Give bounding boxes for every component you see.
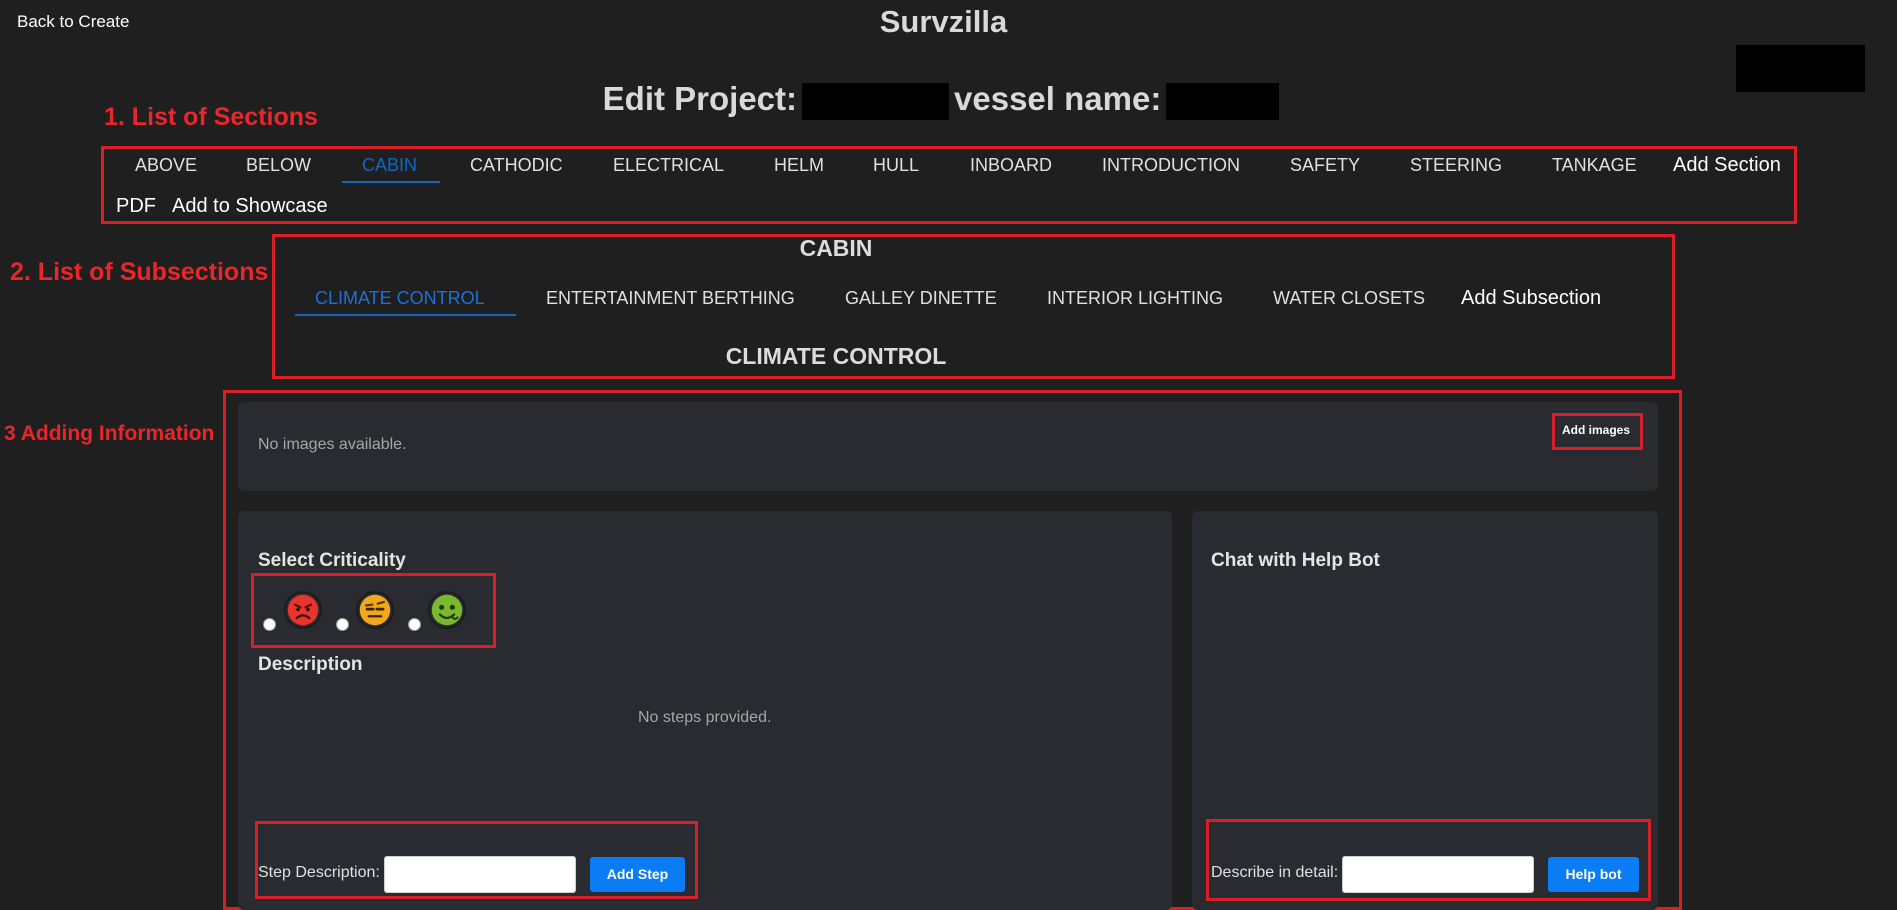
active-subsection-underline <box>295 314 516 316</box>
nauseated-face-icon <box>428 591 466 629</box>
redacted-vessel-name <box>1166 82 1280 120</box>
unamused-face-icon <box>356 591 394 629</box>
edit-project-label: Edit Project: <box>602 80 798 117</box>
section-tab-safety[interactable]: SAFETY <box>1290 155 1360 176</box>
description-heading: Description <box>258 654 363 675</box>
step-description-input[interactable] <box>384 856 576 893</box>
sections-nav <box>101 146 1797 224</box>
section-tab-tankage[interactable]: TANKAGE <box>1552 155 1637 176</box>
pdf-button[interactable]: PDF <box>116 195 156 218</box>
subsection-tab-galley-dinette[interactable]: GALLEY DINETTE <box>845 288 997 309</box>
app-title: Survzilla <box>879 4 1008 39</box>
add-images-button[interactable]: Add images <box>1562 423 1630 437</box>
add-section-button[interactable]: Add Section <box>1673 154 1781 177</box>
step-description-label: Step Description: <box>258 864 380 881</box>
add-subsection-button[interactable]: Add Subsection <box>1461 287 1601 310</box>
section-tab-cathodic[interactable]: CATHODIC <box>470 155 563 176</box>
section-tab-below[interactable]: BELOW <box>246 155 311 176</box>
angry-face-icon <box>284 591 322 629</box>
add-to-showcase-button[interactable]: Add to Showcase <box>172 195 328 218</box>
subsection-tab-interior-lighting[interactable]: INTERIOR LIGHTING <box>1047 288 1223 309</box>
describe-in-detail-input[interactable] <box>1342 856 1534 893</box>
section-tab-above[interactable]: ABOVE <box>135 155 197 176</box>
describe-in-detail-label: Describe in detail: <box>1211 864 1339 881</box>
annotation-sections: 1. List of Sections <box>104 103 318 131</box>
subsection-title: CLIMATE CONTROL <box>725 343 947 369</box>
no-steps-text: No steps provided. <box>638 709 772 726</box>
criticality-radio-1[interactable] <box>263 618 276 631</box>
section-tab-inboard[interactable]: INBOARD <box>970 155 1052 176</box>
criticality-radio-3[interactable] <box>408 618 421 631</box>
chat-heading: Chat with Help Bot <box>1211 550 1380 571</box>
section-tab-hull[interactable]: HULL <box>873 155 919 176</box>
subsection-tab-water-closets[interactable]: WATER CLOSETS <box>1273 288 1425 309</box>
section-tab-introduction[interactable]: INTRODUCTION <box>1102 155 1240 176</box>
redacted-project-name <box>802 82 950 120</box>
section-tab-electrical[interactable]: ELECTRICAL <box>613 155 724 176</box>
no-images-text: No images available. <box>258 436 407 453</box>
subsection-tab-entertainment-berthing[interactable]: ENTERTAINMENT BERTHING <box>546 288 795 309</box>
vessel-name-label: vessel name: <box>954 80 1162 117</box>
active-section-underline <box>342 181 440 183</box>
section-tab-cabin[interactable]: CABIN <box>362 155 417 176</box>
criticality-radio-2[interactable] <box>336 618 349 631</box>
add-step-button[interactable]: Add Step <box>590 857 685 892</box>
section-tab-steering[interactable]: STEERING <box>1410 155 1502 176</box>
images-card <box>238 402 1658 491</box>
section-tab-helm[interactable]: HELM <box>774 155 824 176</box>
section-title: CABIN <box>799 235 873 261</box>
help-bot-button[interactable]: Help bot <box>1548 857 1639 892</box>
annotation-subsections: 2. List of Subsections <box>10 258 269 286</box>
select-criticality-heading: Select Criticality <box>258 550 406 571</box>
subsection-tab-climate-control[interactable]: CLIMATE CONTROL <box>315 288 485 309</box>
annotation-adding-information: 3 Adding Information <box>4 422 215 445</box>
